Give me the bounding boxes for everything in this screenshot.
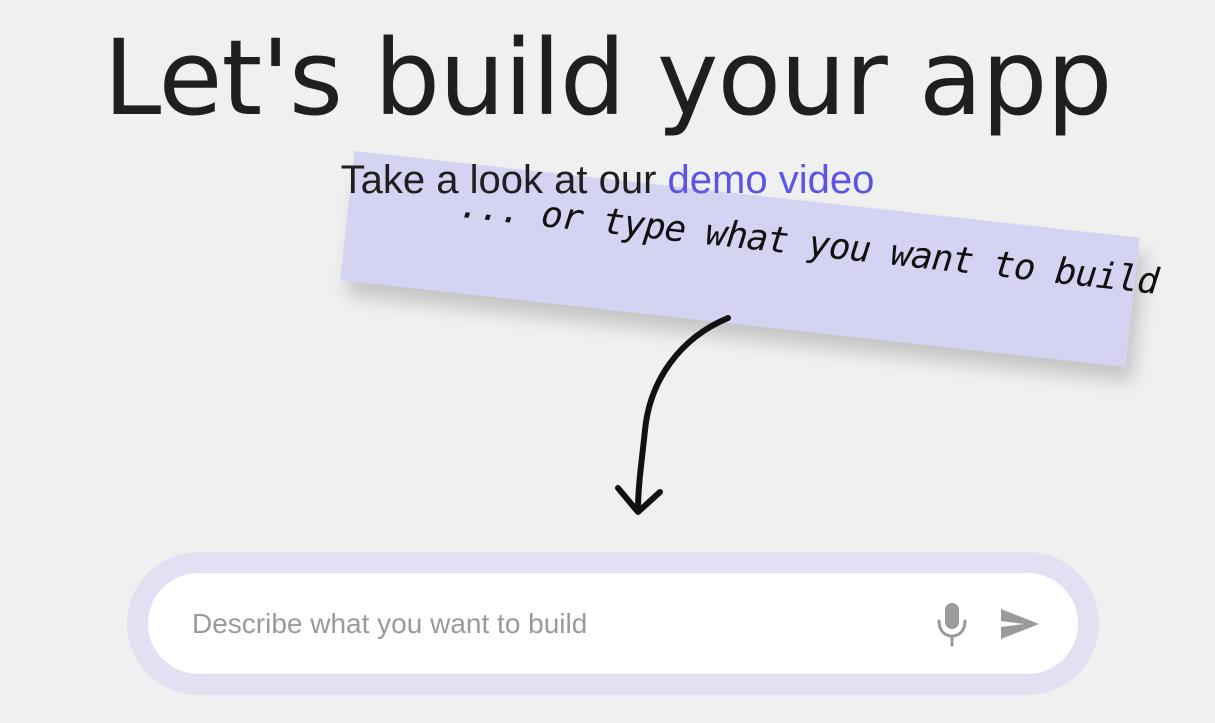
send-icon [1001,609,1039,639]
prompt-container [127,552,1099,695]
describe-app-input[interactable] [192,601,892,647]
demo-prompt-text: Take a look at our [340,158,668,202]
demo-video-link[interactable]: demo video [668,158,875,202]
prompt-field-wrapper [148,573,1078,674]
microphone-icon [937,603,967,647]
hand-drawn-arrow-icon [615,315,731,515]
send-button[interactable] [998,606,1042,642]
voice-input-button[interactable] [934,601,970,647]
demo-prompt-line: Take a look at our demo video [0,156,1215,204]
page-headline: Let's build your app [103,17,1112,139]
